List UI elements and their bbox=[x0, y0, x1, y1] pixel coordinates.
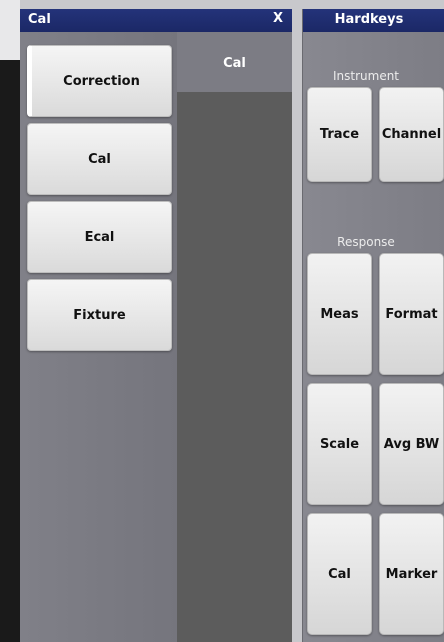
cal-submenu-header: Cal bbox=[177, 32, 292, 92]
fixture-button-label: Fixture bbox=[73, 307, 126, 323]
avg-bw-button[interactable]: Avg BW bbox=[379, 383, 444, 505]
marker-button-label: Marker bbox=[385, 566, 438, 582]
scale-button[interactable]: Scale bbox=[307, 383, 372, 505]
format-button-label: Format bbox=[385, 306, 438, 322]
correction-button[interactable]: Correction bbox=[27, 45, 172, 117]
ecal-button[interactable]: Ecal bbox=[27, 201, 172, 273]
cal-body: Correction Cal Ecal Fixture Cal bbox=[20, 32, 292, 642]
format-button[interactable]: Format bbox=[379, 253, 444, 375]
channel-button-label: Channel bbox=[381, 127, 442, 142]
cal-panel: Cal X Correction Cal Ecal Fixture Cal bbox=[20, 9, 292, 642]
response-section-label: Response bbox=[337, 235, 395, 249]
cal-hardkey-button[interactable]: Cal bbox=[307, 513, 372, 635]
meas-button[interactable]: Meas bbox=[307, 253, 372, 375]
trace-button-label: Trace bbox=[319, 127, 360, 142]
cal-panel-title: Cal bbox=[28, 12, 51, 27]
trace-button[interactable]: Trace bbox=[307, 87, 372, 182]
channel-button[interactable]: Channel bbox=[379, 87, 444, 182]
instrument-section-label: Instrument bbox=[332, 69, 400, 83]
background-strip bbox=[0, 0, 20, 642]
avg-bw-button-label: Avg BW bbox=[383, 436, 440, 452]
close-icon[interactable]: X bbox=[270, 11, 286, 29]
cal-titlebar: Cal X bbox=[20, 9, 292, 32]
hardkeys-title: Hardkeys bbox=[303, 9, 444, 32]
scale-button-label: Scale bbox=[319, 436, 360, 452]
background-strip-top bbox=[0, 0, 20, 60]
ecal-button-label: Ecal bbox=[84, 229, 115, 245]
cal-menu-column: Correction Cal Ecal Fixture bbox=[20, 32, 177, 642]
cal-hardkey-button-label: Cal bbox=[328, 566, 351, 582]
hardkeys-panel: Hardkeys Instrument Trace Channel Respon… bbox=[302, 9, 444, 642]
meas-button-label: Meas bbox=[320, 306, 359, 322]
fixture-button[interactable]: Fixture bbox=[27, 279, 172, 351]
marker-button[interactable]: Marker bbox=[379, 513, 444, 635]
cal-button-label: Cal bbox=[88, 151, 111, 167]
cal-button[interactable]: Cal bbox=[27, 123, 172, 195]
correction-button-label: Correction bbox=[63, 73, 140, 89]
cal-submenu-area: Cal bbox=[177, 32, 292, 642]
